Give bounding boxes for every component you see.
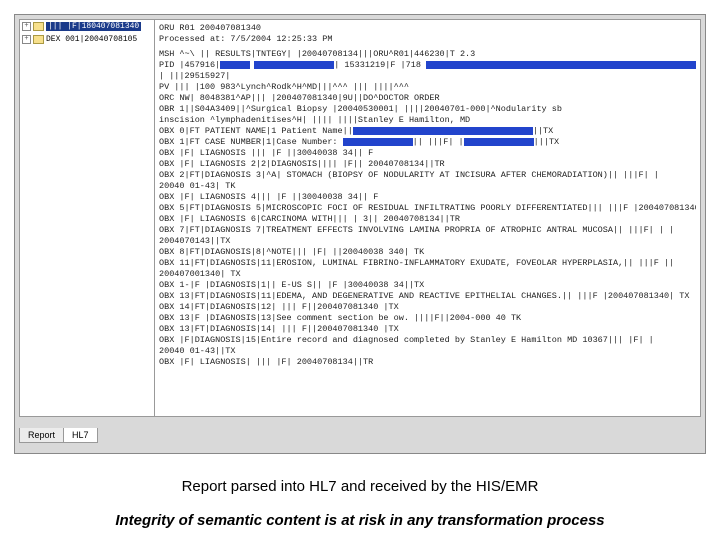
tree-item-label: DEX 001|20040708105 bbox=[46, 35, 137, 44]
hl7-content[interactable]: ORU R01 200407081340 Processed at: 7/5/2… bbox=[155, 19, 701, 417]
hl7-line: PV ||| |100 983^Lynch^Rodk^H^MD|||^^^ ||… bbox=[159, 82, 696, 93]
redaction-bar bbox=[426, 61, 696, 69]
expand-icon[interactable]: + bbox=[22, 22, 31, 31]
hl7-line: 20040 01-43||TX bbox=[159, 346, 696, 357]
tree-item-label: ||| |F|180407081340 bbox=[46, 22, 141, 31]
hl7-line: OBX 13|F |DIAGNOSIS|13|See comment secti… bbox=[159, 313, 696, 324]
hl7-line: OBX |F| LIAGNOSIS| ||| |F| 20040708134||… bbox=[159, 357, 696, 368]
redaction-bar bbox=[343, 138, 413, 146]
hl7-line: OBX |F|DIAGNOSIS|15|Entire record and di… bbox=[159, 335, 696, 346]
hl7-line: ORU R01 200407081340 bbox=[159, 23, 696, 34]
hl7-line: OBR 1||S04A3409||^Surgical Biopsy |20040… bbox=[159, 104, 696, 115]
tree-item[interactable]: + ||| |F|180407081340 bbox=[20, 20, 154, 33]
hl7-line: OBX 13|FT|DIAGNOSIS|14| ||| F||200407081… bbox=[159, 324, 696, 335]
hl7-line: | |||29515927| bbox=[159, 71, 696, 82]
hl7-line: inscision ^lymphadenitises^H| |||| ||||S… bbox=[159, 115, 696, 126]
hl7-line: OBX |F| LIAGNOSIS 6|CARCINOMA WITH||| | … bbox=[159, 214, 696, 225]
hl7-line: OBX 1|FT CASE NUMBER|1|Case Number: || |… bbox=[159, 137, 696, 148]
hl7-line: MSH ^~\ || RESULTS|TNTEGY| |20040708134|… bbox=[159, 49, 696, 60]
hl7-line: OBX 13|FT|DIAGNOSIS|11|EDEMA, AND DEGENE… bbox=[159, 291, 696, 302]
redaction-bar bbox=[254, 61, 334, 69]
hl7-line: Processed at: 7/5/2004 12:25:33 PM bbox=[159, 34, 696, 45]
redaction-bar bbox=[220, 61, 250, 69]
caption-primary: Report parsed into HL7 and received by t… bbox=[0, 478, 720, 495]
expand-icon[interactable]: + bbox=[22, 35, 31, 44]
hl7-line: 2004070143||TX bbox=[159, 236, 696, 247]
caption-secondary: Integrity of semantic content is at risk… bbox=[0, 512, 720, 529]
tree-item[interactable]: + DEX 001|20040708105 bbox=[20, 33, 154, 46]
hl7-line: OBX |F| LIAGNOSIS ||| |F ||30040038 34||… bbox=[159, 148, 696, 159]
tree-panel[interactable]: + ||| |F|180407081340 + DEX 001|20040708… bbox=[19, 19, 155, 417]
tab-bar: Report HL7 bbox=[19, 428, 97, 443]
tab-report[interactable]: Report bbox=[19, 428, 64, 443]
redaction-bar bbox=[353, 127, 533, 135]
app-window: + ||| |F|180407081340 + DEX 001|20040708… bbox=[14, 14, 706, 454]
hl7-line: OBX 14|FT|DIAGNOSIS|12| ||| F||200407081… bbox=[159, 302, 696, 313]
hl7-line: ORC NW| 8048381^AP||| |200407081340|9U||… bbox=[159, 93, 696, 104]
hl7-line: 200407001340| TX bbox=[159, 269, 696, 280]
folder-icon bbox=[33, 35, 44, 44]
hl7-line: OBX 7|FT|DIAGNOSIS 7|TREATMENT EFFECTS I… bbox=[159, 225, 696, 236]
tab-hl7[interactable]: HL7 bbox=[63, 428, 98, 443]
main-split: + ||| |F|180407081340 + DEX 001|20040708… bbox=[19, 19, 701, 417]
hl7-line: OBX 1-|F |DIAGNOSIS|1|| E-US S|| |F |300… bbox=[159, 280, 696, 291]
folder-icon bbox=[33, 22, 44, 31]
hl7-line: 20040 01-43| TK bbox=[159, 181, 696, 192]
hl7-line: OBX |F| LIAGNOSIS 2|2|DIAGNOSIS|||| |F||… bbox=[159, 159, 696, 170]
hl7-line: OBX |F| LIAGNOSIS 4||| |F ||30040038 34|… bbox=[159, 192, 696, 203]
hl7-line: PID |457916|| 15331219|F |718 | | bbox=[159, 60, 696, 71]
hl7-line: OBX 2|FT|DIAGNOSIS 3|^A| STOMACH (BIOPSY… bbox=[159, 170, 696, 181]
redaction-bar bbox=[464, 138, 534, 146]
hl7-line: OBX 5|FT|DIAGNOSIS 5|MICROSCOPIC FOCI OF… bbox=[159, 203, 696, 214]
hl7-line: OBX 0|FT PATIENT NAME|1 Patient Name||||… bbox=[159, 126, 696, 137]
hl7-line: OBX 11|FT|DIAGNOSIS|11|EROSION, LUMINAL … bbox=[159, 258, 696, 269]
hl7-line: OBX 8|FT|DIAGNOSIS|8|^NOTE||| |F| ||2004… bbox=[159, 247, 696, 258]
